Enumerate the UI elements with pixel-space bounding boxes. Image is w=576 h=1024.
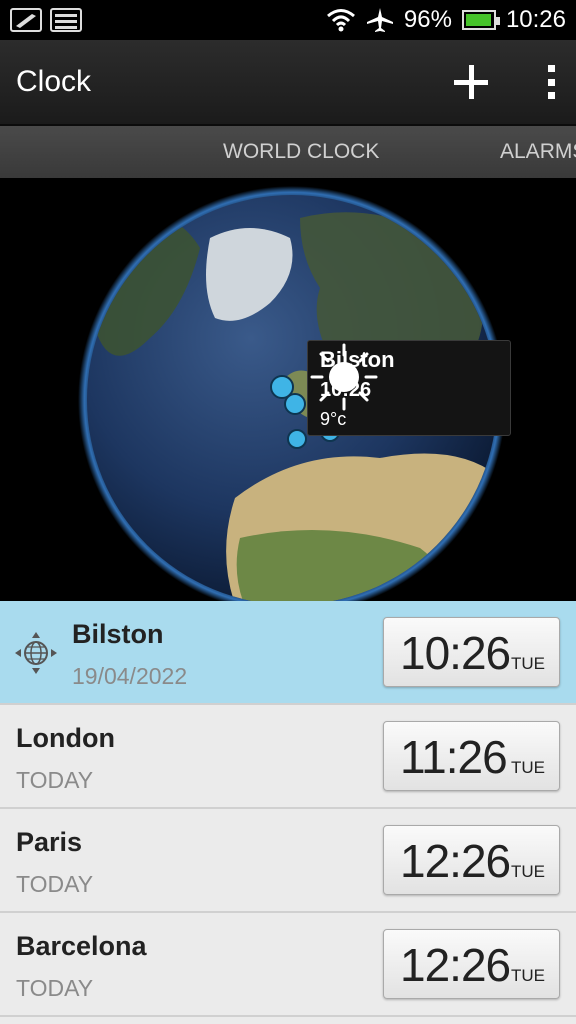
notification-icon — [10, 8, 42, 32]
time-value: 12:26 — [400, 835, 511, 887]
city-date: TODAY — [16, 871, 94, 897]
location-globe-icon — [15, 632, 57, 674]
battery-percent: 96% — [403, 6, 452, 33]
world-clock-list: Bilston 19/04/2022 10:26 TUE London TODA… — [0, 601, 576, 1024]
time-display[interactable]: 12:26 TUE — [383, 825, 560, 895]
time-display[interactable]: 10:26 TUE — [383, 617, 560, 687]
list-item-paris[interactable]: Paris TODAY 12:26 TUE — [0, 809, 576, 913]
overflow-menu-icon[interactable] — [548, 65, 556, 99]
image-icon — [50, 8, 82, 32]
time-value: 11:26 — [400, 731, 508, 783]
city-callout[interactable]: Bilston 10:26 9°c — [307, 340, 511, 436]
app-title: Clock — [16, 65, 92, 98]
city-date: TODAY — [16, 767, 94, 793]
list-item-london[interactable]: London TODAY 11:26 TUE — [0, 705, 576, 809]
city-name: Paris — [16, 827, 83, 857]
plus-icon[interactable] — [454, 65, 488, 99]
tab-world-clock[interactable]: WORLD CLOCK — [223, 140, 379, 164]
battery-icon — [461, 10, 500, 30]
list-item-bilston[interactable]: Bilston 19/04/2022 10:26 TUE — [0, 601, 576, 705]
city-name: Bilston — [72, 619, 164, 649]
tab-alarms[interactable]: ALARMS — [500, 140, 576, 164]
status-time: 10:26 — [505, 6, 566, 33]
action-bar: Clock — [0, 40, 576, 126]
time-value: 12:26 — [400, 939, 511, 991]
battery-level — [465, 14, 491, 26]
city-name: London — [16, 723, 115, 753]
time-value: 10:26 — [400, 627, 511, 679]
city-date: 19/04/2022 — [72, 663, 188, 689]
list-item-barcelona[interactable]: Barcelona TODAY 12:26 TUE — [0, 913, 576, 1017]
city-date: TODAY — [16, 975, 94, 1001]
time-day: TUE — [511, 654, 545, 673]
city-name: Barcelona — [16, 931, 147, 961]
time-display[interactable]: 12:26 TUE — [383, 929, 560, 999]
time-day: TUE — [511, 966, 545, 985]
status-bar: 96% 10:26 — [0, 0, 576, 40]
world-map-globe[interactable]: Bilston 10:26 9°c — [0, 178, 576, 601]
sun-icon — [310, 343, 378, 411]
time-day: TUE — [511, 862, 545, 881]
time-display[interactable]: 11:26 TUE — [383, 721, 560, 791]
wifi-icon — [326, 9, 355, 32]
airplane-icon — [366, 8, 393, 32]
time-day: TUE — [511, 758, 545, 777]
tab-strip: WORLD CLOCK ALARMS — [0, 126, 576, 178]
